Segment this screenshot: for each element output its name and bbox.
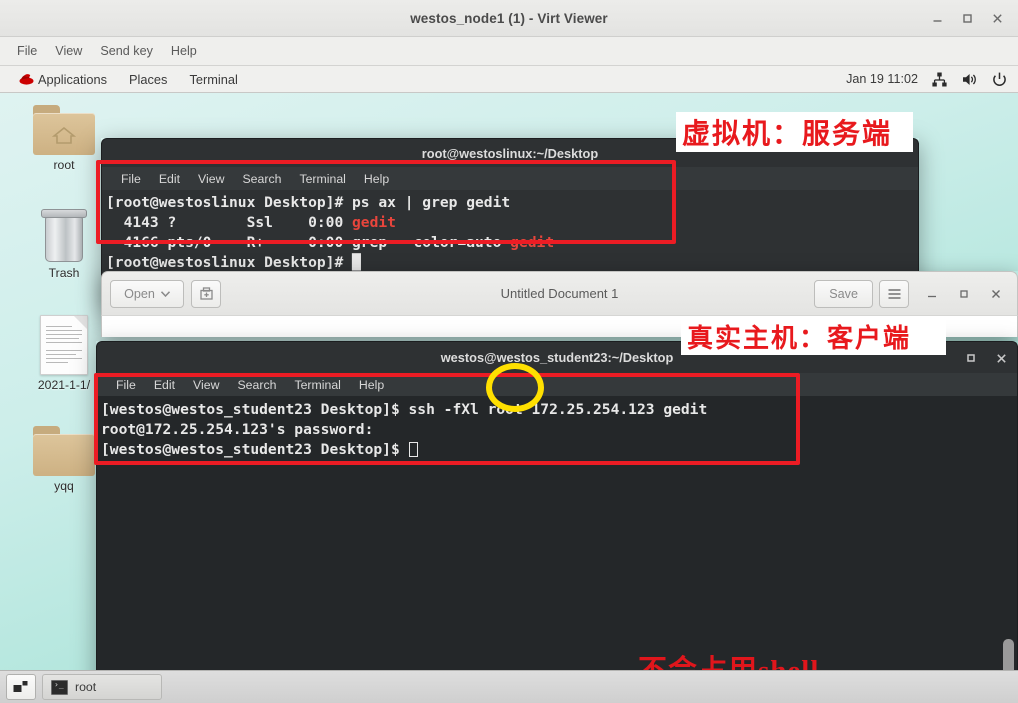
taskbar-task-terminal[interactable]: root [42, 674, 162, 700]
terminal1-menu-view[interactable]: View [189, 172, 233, 186]
clock[interactable]: Jan 19 11:02 [846, 72, 918, 86]
save-button[interactable]: Save [814, 279, 873, 308]
gedit-minimize-icon[interactable] [919, 281, 945, 307]
desktop-wallpaper: root Trash 2021-1-1/ yqq root@westoslinu… [0, 93, 1018, 703]
terminal2-menubar: File Edit View Search Terminal Help [96, 373, 1018, 396]
gedit-maximize-icon[interactable] [951, 281, 977, 307]
terminal-menu[interactable]: Terminal [178, 70, 248, 89]
redhat-logo-icon [18, 71, 35, 87]
new-document-icon [199, 287, 213, 300]
gedit-headerbar: Open Untitled Document 1 Save [101, 271, 1018, 315]
trash-icon [38, 209, 90, 263]
gnome-top-panel: Applications Places Terminal Jan 19 11:0… [0, 66, 1018, 93]
terminal1-menu-file[interactable]: File [112, 172, 150, 186]
terminal1-menu-edit[interactable]: Edit [150, 172, 189, 186]
gedit-header-right: Save [814, 279, 1009, 308]
terminal1-text: [root@westoslinux Desktop]# ps ax | grep… [106, 193, 918, 273]
terminal1-menu-terminal[interactable]: Terminal [290, 172, 354, 186]
terminal1-menubar: File Edit View Search Terminal Help [101, 167, 919, 190]
terminal1-menu-search[interactable]: Search [233, 172, 290, 186]
open-label: Open [124, 286, 155, 301]
desktop-icon-root[interactable]: root [16, 105, 112, 172]
document-icon [40, 315, 88, 375]
terminal2-menu-view[interactable]: View [184, 378, 228, 392]
terminal2-text: [westos@westos_student23 Desktop]$ ssh -… [101, 400, 1017, 460]
terminal2-maximize-icon[interactable] [961, 348, 981, 368]
terminal2-menu-edit[interactable]: Edit [145, 378, 184, 392]
annotation-label-client: 真实主机：客户端 [681, 317, 946, 355]
terminal2-menu-search[interactable]: Search [228, 378, 285, 392]
virt-viewer-menubar: File View Send key Help [0, 37, 1018, 66]
taskbar-task-label: root [75, 680, 97, 694]
terminal2-menu-terminal[interactable]: Terminal [285, 378, 349, 392]
terminal-line: [root@westoslinux Desktop]# █ [106, 254, 361, 271]
places-menu[interactable]: Places [118, 70, 178, 89]
terminal1-title: root@westoslinux:~/Desktop [421, 145, 599, 161]
virt-viewer-titlebar: westos_node1 (1) - Virt Viewer [0, 0, 1018, 37]
terminal2-title: westos@westos_student23:~/Desktop [440, 350, 674, 365]
terminal2-output[interactable]: [westos@westos_student23 Desktop]$ ssh -… [96, 396, 1018, 703]
desktop-icon-label: root [53, 158, 75, 172]
window-controls [922, 0, 1012, 37]
terminal-line: [westos@westos_student23 Desktop]$ ssh -… [101, 401, 708, 418]
terminal-line: 4143 ? Ssl 0:00 gedit [106, 214, 396, 231]
new-document-button[interactable] [191, 279, 221, 308]
guest-desktop: Applications Places Terminal Jan 19 11:0… [0, 66, 1018, 703]
panel-left: Applications Places Terminal [0, 69, 249, 89]
menu-send-key[interactable]: Send key [91, 41, 162, 61]
gedit-close-icon[interactable] [983, 281, 1009, 307]
volume-icon[interactable] [961, 71, 978, 88]
desktop-icon-trash[interactable]: Trash [16, 209, 112, 280]
network-icon[interactable] [931, 71, 948, 88]
chevron-down-icon [160, 290, 170, 297]
desktop-icon-label: Trash [48, 266, 80, 280]
open-button[interactable]: Open [110, 279, 184, 308]
terminal-line: 4166 pts/0 R+ 0:00 grep --color=auto ged… [106, 234, 555, 251]
close-icon[interactable] [982, 4, 1012, 34]
applications-menu[interactable]: Applications [7, 69, 118, 89]
minimize-icon[interactable] [922, 4, 952, 34]
menu-view[interactable]: View [46, 41, 91, 61]
terminal1-menu-help[interactable]: Help [355, 172, 398, 186]
terminal-line: [root@westoslinux Desktop]# ps ax | grep… [106, 194, 511, 211]
terminal-cursor [408, 442, 418, 457]
home-folder-icon [33, 105, 95, 155]
terminal2-window-controls [961, 342, 1011, 374]
folder-icon [33, 426, 95, 476]
terminal2-menu-help[interactable]: Help [350, 378, 393, 392]
menu-file[interactable]: File [8, 41, 46, 61]
terminal-window-client: westos@westos_student23:~/Desktop File E… [96, 341, 1018, 703]
terminal-line: root@172.25.254.123's password: [101, 421, 374, 438]
terminal-line: [westos@westos_student23 Desktop]$ [101, 440, 1017, 460]
window-title: westos_node1 (1) - Virt Viewer [410, 10, 608, 26]
power-icon[interactable] [991, 71, 1008, 88]
applications-label: Applications [38, 71, 108, 87]
terminal2-menu-file[interactable]: File [107, 378, 145, 392]
hamburger-menu-icon[interactable] [879, 279, 909, 308]
maximize-icon[interactable] [952, 4, 982, 34]
workspace-switcher-icon[interactable] [6, 674, 36, 700]
menu-help[interactable]: Help [162, 41, 206, 61]
terminal-icon [51, 679, 68, 695]
annotation-label-server: 虚拟机：服务端 [676, 112, 913, 152]
panel-right: Jan 19 11:02 [846, 71, 1018, 88]
terminal2-close-icon[interactable] [991, 348, 1011, 368]
guest-taskbar: root [0, 670, 1018, 703]
